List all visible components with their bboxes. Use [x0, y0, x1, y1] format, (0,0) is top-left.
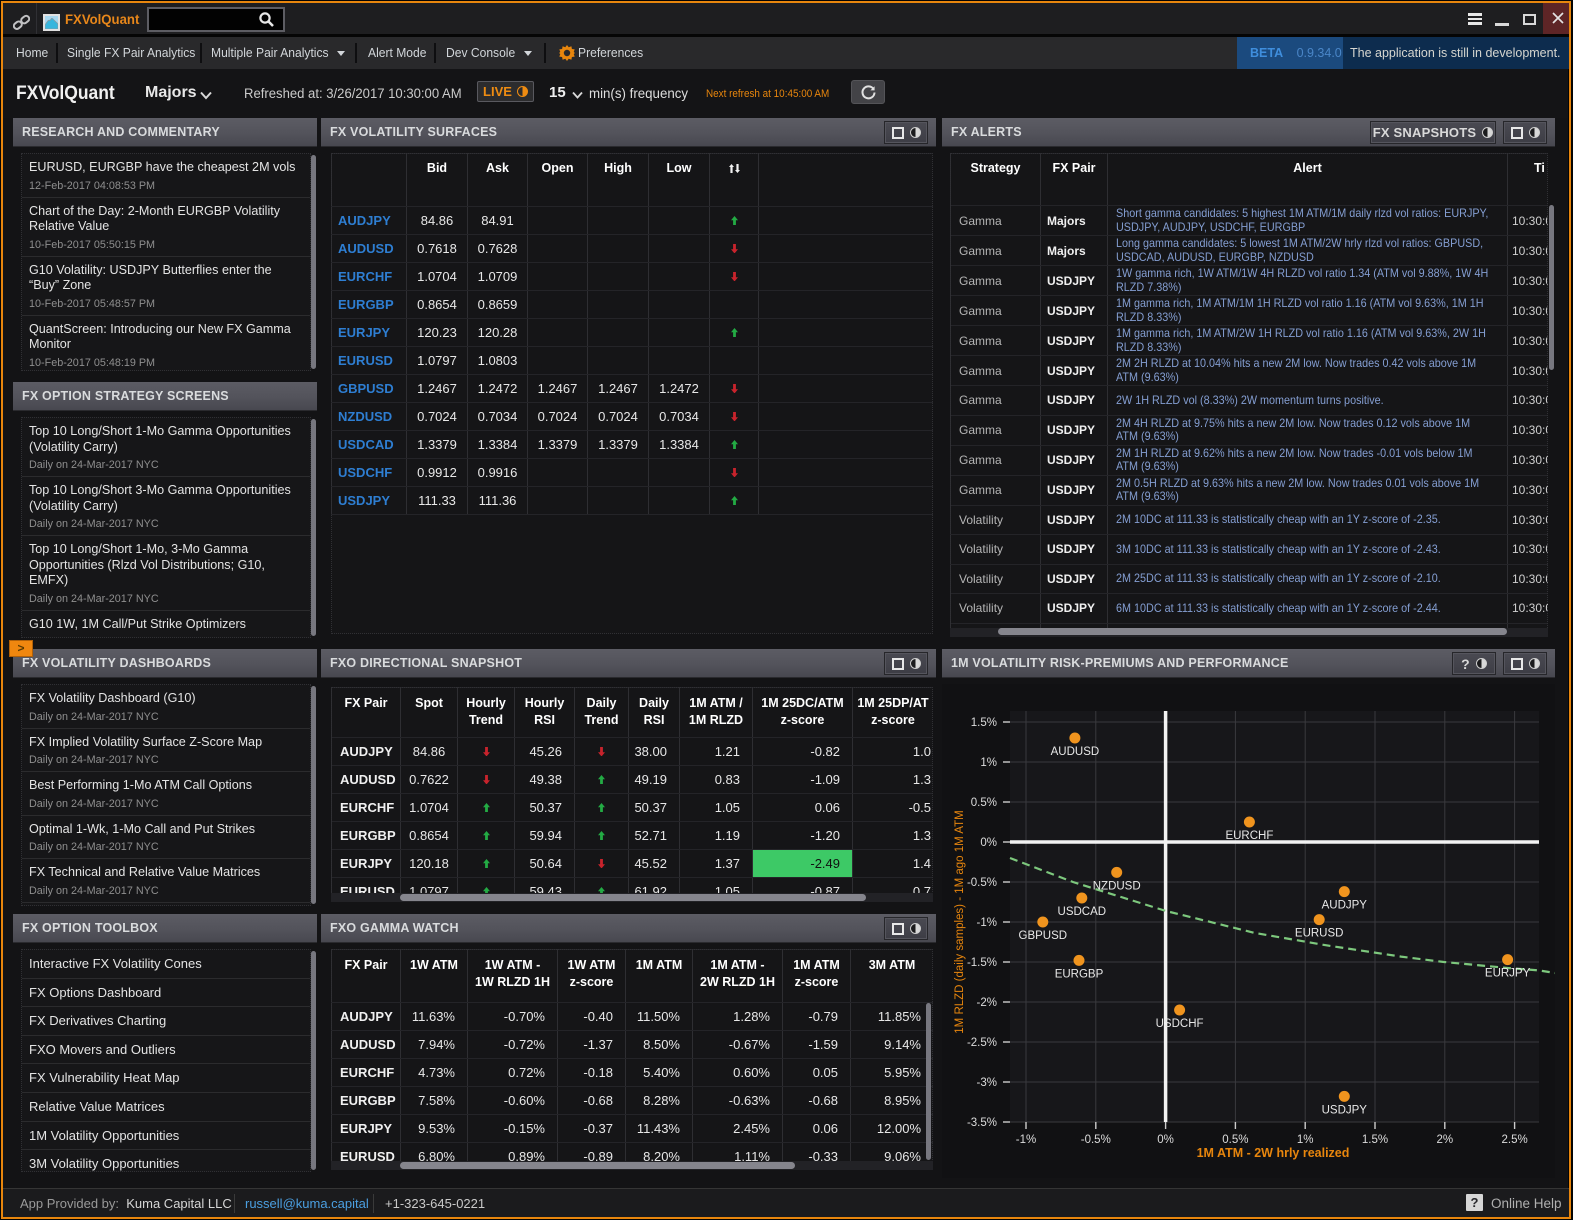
svg-text:GBPUSD: GBPUSD — [1019, 930, 1068, 942]
svg-text:-1.5%: -1.5% — [967, 957, 997, 969]
svg-text:0%: 0% — [980, 837, 997, 849]
svg-text:2.5%: 2.5% — [1501, 1134, 1527, 1146]
svg-text:USDCHF: USDCHF — [1156, 1018, 1204, 1030]
svg-text:USDCAD: USDCAD — [1058, 906, 1107, 918]
svg-text:1M RLZD (daily samples) - 1M a: 1M RLZD (daily samples) - 1M ago 1M ATM — [954, 810, 966, 1033]
svg-text:EURUSD: EURUSD — [1295, 928, 1344, 940]
svg-text:-3%: -3% — [977, 1077, 997, 1089]
svg-text:1M ATM - 2W hrly realized: 1M ATM - 2W hrly realized — [1197, 1146, 1350, 1160]
svg-text:-2.5%: -2.5% — [967, 1037, 997, 1049]
svg-text:0%: 0% — [1157, 1134, 1174, 1146]
svg-text:0.5%: 0.5% — [1222, 1134, 1248, 1146]
svg-text:1%: 1% — [1297, 1134, 1314, 1146]
svg-text:-2%: -2% — [977, 997, 997, 1009]
svg-text:-3.5%: -3.5% — [967, 1117, 997, 1129]
svg-text:1.5%: 1.5% — [1362, 1134, 1388, 1146]
svg-text:USDJPY: USDJPY — [1322, 1104, 1368, 1116]
svg-text:-1%: -1% — [977, 917, 997, 929]
svg-text:EURJPY: EURJPY — [1485, 968, 1531, 980]
svg-text:-1%: -1% — [1016, 1134, 1036, 1146]
svg-text:EURCHF: EURCHF — [1225, 830, 1273, 842]
svg-text:1%: 1% — [980, 757, 997, 769]
svg-text:AUDUSD: AUDUSD — [1051, 746, 1100, 758]
svg-text:-0.5%: -0.5% — [1081, 1134, 1111, 1146]
svg-text:-0.5%: -0.5% — [967, 877, 997, 889]
svg-text:2%: 2% — [1436, 1134, 1453, 1146]
svg-text:1.5%: 1.5% — [971, 717, 997, 729]
svg-text:0.5%: 0.5% — [971, 797, 997, 809]
svg-text:NZDUSD: NZDUSD — [1093, 880, 1141, 892]
svg-text:EURGBP: EURGBP — [1055, 968, 1104, 980]
svg-text:AUDJPY: AUDJPY — [1322, 900, 1368, 912]
